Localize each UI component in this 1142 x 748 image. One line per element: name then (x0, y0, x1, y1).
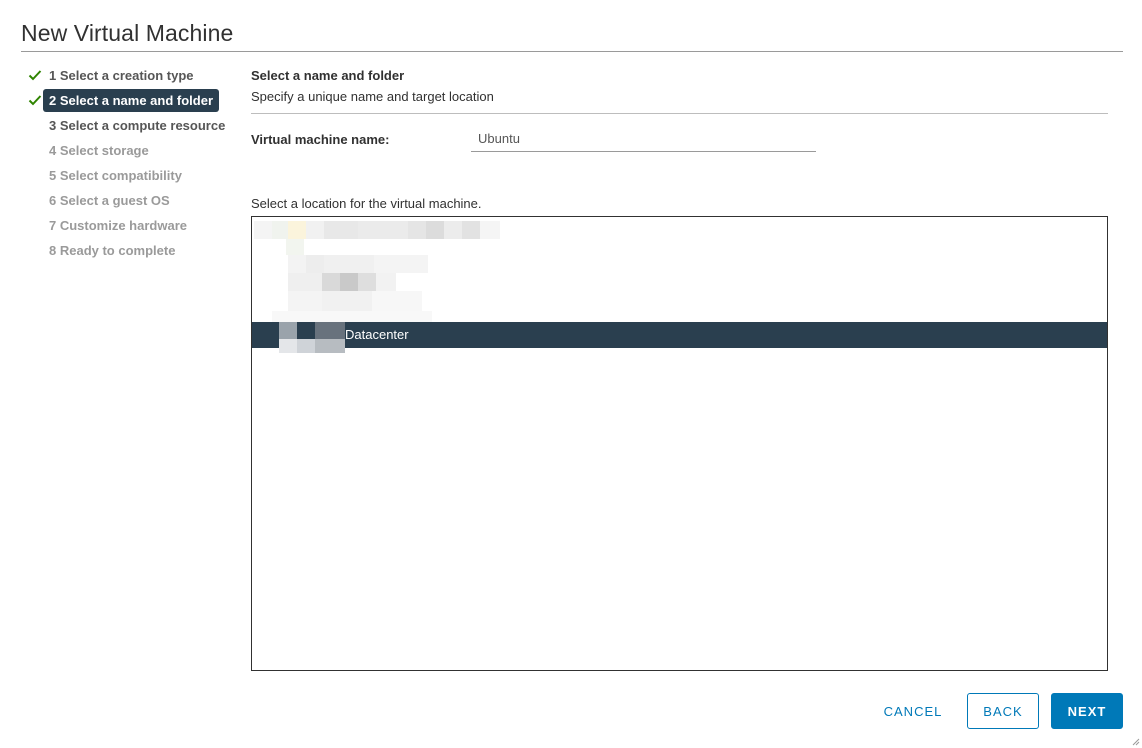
redacted-tree-node (272, 291, 432, 311)
cancel-button[interactable]: CANCEL (868, 693, 958, 729)
step-creation-type[interactable]: 1 Select a creation type (26, 63, 236, 88)
section-title: Select a name and folder (251, 68, 405, 83)
redacted-tree-node (272, 311, 432, 322)
vm-name-label: Virtual machine name: (251, 132, 390, 147)
title-divider (21, 51, 1123, 52)
next-button[interactable]: NEXT (1051, 693, 1123, 729)
step-label: 5 Select compatibility (49, 168, 182, 183)
step-compute-resource[interactable]: 3 Select a compute resource (26, 113, 236, 138)
step-customize-hardware: 7 Customize hardware (26, 213, 236, 238)
step-ready-to-complete: 8 Ready to complete (26, 238, 236, 263)
step-storage: 4 Select storage (26, 138, 236, 163)
check-icon (28, 95, 42, 106)
step-guest-os: 6 Select a guest OS (26, 188, 236, 213)
step-label: 3 Select a compute resource (49, 118, 226, 133)
resize-grip-icon[interactable] (1132, 738, 1140, 746)
step-name-and-folder[interactable]: 2 Select a name and folder (26, 88, 236, 113)
datacenter-icon (297, 322, 315, 339)
dialog-title: New Virtual Machine (21, 20, 234, 46)
check-icon (28, 70, 42, 81)
vm-name-input[interactable] (471, 126, 816, 152)
step-label: 7 Customize hardware (49, 218, 187, 233)
step-label: 2 Select a name and folder (43, 89, 220, 112)
back-button[interactable]: BACK (967, 693, 1039, 729)
redacted-tree-node (286, 239, 304, 255)
location-label: Select a location for the virtual machin… (251, 196, 482, 211)
folder-tree[interactable]: Datacenter (251, 216, 1108, 671)
wizard-steps: 1 Select a creation type 2 Select a name… (26, 63, 236, 263)
redacted-tree-node (272, 273, 412, 291)
vm-name-row: Virtual machine name: (251, 126, 1108, 156)
expand-icon (279, 322, 297, 339)
step-label: 8 Ready to complete (49, 243, 176, 258)
section-subtitle: Specify a unique name and target locatio… (251, 89, 494, 104)
redacted-tree-node (272, 255, 432, 273)
step-label: 6 Select a guest OS (49, 193, 170, 208)
step-compatibility: 5 Select compatibility (26, 163, 236, 188)
step-content: Select a name and folder Specify a uniqu… (251, 68, 1108, 156)
redacted-tree-node (252, 221, 502, 239)
section-divider (251, 113, 1108, 114)
step-label: 1 Select a creation type (49, 68, 194, 83)
step-label: 4 Select storage (49, 143, 149, 158)
tree-node-label: Datacenter (345, 327, 409, 342)
